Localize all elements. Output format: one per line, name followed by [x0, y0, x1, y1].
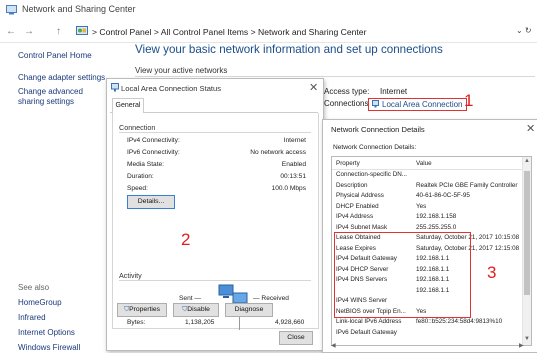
control-panel-home-link[interactable]: Control Panel Home	[18, 51, 92, 60]
ethernet-icon	[111, 83, 119, 92]
bytes-label: Bytes:	[127, 319, 146, 326]
up-button[interactable]: ↑	[56, 26, 61, 37]
scroll-right-icon[interactable]: ▶	[519, 342, 524, 349]
sent-label: Sent —	[179, 295, 201, 302]
sidebar: Control Panel Home Change adapter settin…	[0, 43, 108, 352]
dialog-title-bar: Local Area Connection Status ✕	[107, 79, 323, 97]
highlight-box	[334, 232, 471, 318]
scroll-thumb[interactable]	[524, 171, 530, 295]
change-adapter-settings-link[interactable]: Change adapter settings	[18, 73, 105, 82]
connection-name: Local Area Connection	[382, 99, 463, 109]
ipv4-connectivity-value: Internet	[283, 137, 306, 144]
tab-strip: General	[110, 98, 318, 113]
breadcrumb[interactable]: > Control Panel > All Control Panel Item…	[92, 27, 366, 37]
dialog-title: Local Area Connection Status	[121, 84, 222, 93]
control-panel-icon	[76, 26, 88, 35]
detail-property: IPv4 Subnet Mask	[336, 223, 388, 231]
ipv6-connectivity-value: No network access	[250, 149, 306, 156]
detail-value: Realtek PCIe GBE Family Controller	[416, 181, 518, 189]
detail-property: Description	[336, 181, 368, 189]
detail-value: 40-61-86-0C-5F-95	[416, 192, 470, 199]
window-title-bar: Network and Sharing Center	[0, 0, 537, 22]
disable-button[interactable]: ⛉Disable	[173, 303, 219, 317]
duration-value: 00:13:51	[280, 173, 306, 180]
detail-value: 192.168.1.158	[416, 213, 457, 220]
detail-property: IPv6 Default Gateway	[336, 328, 397, 336]
general-panel: Connection IPv4 Connectivity: Internet I…	[112, 113, 319, 330]
speed-value: 100.0 Mbps	[271, 185, 306, 192]
detail-value: fe80::b525:234:58d4:9813%10	[416, 318, 503, 325]
scroll-left-icon[interactable]: ◀	[331, 342, 336, 349]
divider	[135, 76, 535, 77]
detail-property: Physical Address	[336, 192, 384, 199]
infrared-link[interactable]: Infrared	[18, 313, 46, 322]
col-value-header[interactable]: Value	[416, 160, 432, 167]
local-area-connection-link[interactable]: Local Area Connection	[368, 97, 467, 111]
page-title: View your basic network information and …	[135, 43, 443, 56]
tab-general[interactable]: General	[112, 98, 144, 113]
connection-group-label: Connection	[119, 123, 156, 132]
media-state-label: Media State:	[127, 161, 165, 168]
address-bar: ← → ↑ > Control Panel > All Control Pane…	[0, 22, 537, 43]
annotation-3: 3	[487, 263, 497, 282]
col-property-header[interactable]: Property	[336, 160, 360, 167]
disable-label: Disable	[187, 306, 210, 313]
bytes-received-value: 4,928,660	[275, 319, 305, 326]
back-button[interactable]: ←	[6, 26, 16, 37]
properties-label: Properties	[129, 306, 161, 313]
close-icon[interactable]: ✕	[526, 122, 535, 135]
media-state-value: Enabled	[281, 161, 306, 168]
close-icon[interactable]: ✕	[309, 81, 318, 94]
details-scrollbar[interactable]: ▲ ▼	[522, 157, 531, 345]
speed-label: Speed:	[127, 185, 148, 192]
received-label: — Received	[253, 295, 289, 302]
internet-options-link[interactable]: Internet Options	[18, 328, 75, 337]
network-center-icon	[6, 5, 17, 15]
group-divider	[119, 132, 311, 133]
change-advanced-sharing-link[interactable]: Change advanced sharing settings	[18, 87, 106, 107]
details-label: Network Connection Details:	[333, 144, 417, 151]
bytes-sent-value: 1,138,205	[185, 319, 215, 326]
ethernet-icon	[372, 100, 379, 108]
activity-group-label: Activity	[119, 271, 142, 280]
detail-value: 255.255.255.0	[416, 223, 457, 231]
annotation-2: 2	[181, 230, 191, 249]
homegroup-link[interactable]: HomeGroup	[18, 298, 62, 307]
details-dialog-title: Network Connection Details	[331, 125, 425, 134]
address-dropdown-refresh[interactable]: ⌄ ↻	[516, 26, 532, 35]
details-list[interactable]: Property Value Connection-specific DN...…	[331, 156, 532, 346]
connection-details-dialog: Network Connection Details ✕ Network Con…	[322, 119, 537, 353]
properties-button[interactable]: ⛉Properties	[117, 303, 167, 317]
ipv6-connectivity-label: IPv6 Connectivity:	[127, 149, 180, 156]
diagnose-button[interactable]: Diagnose	[225, 303, 273, 317]
annotation-1: 1	[464, 91, 474, 110]
detail-property: IPv4 Address	[336, 213, 374, 220]
detail-property: Link-local IPv6 Address	[336, 318, 402, 325]
duration-label: Duration:	[127, 173, 154, 180]
active-networks-heading: View your active networks	[135, 66, 228, 75]
details-list-header: Property Value	[332, 157, 531, 170]
forward-button[interactable]: →	[24, 26, 34, 37]
local-area-connection-link-box[interactable]: Local Area Connection	[368, 95, 467, 113]
detail-property: Connection-specific DN...	[336, 171, 408, 178]
close-button[interactable]: Close	[279, 331, 313, 345]
detail-value: Yes	[416, 202, 427, 210]
scroll-up-icon[interactable]: ▲	[524, 158, 530, 164]
scroll-down-icon[interactable]: ▼	[524, 336, 530, 342]
connection-status-dialog: Local Area Connection Status ✕ General C…	[106, 78, 324, 351]
group-divider	[119, 280, 311, 281]
details-button[interactable]: Details...	[127, 195, 175, 209]
detail-property: DHCP Enabled	[336, 202, 379, 210]
see-also-heading: See also	[18, 283, 50, 292]
connections-label: Connections:	[324, 99, 371, 108]
ipv4-connectivity-label: IPv4 Connectivity:	[127, 137, 180, 144]
window-title: Network and Sharing Center	[22, 4, 136, 14]
access-type-label: Access type:	[324, 87, 370, 96]
